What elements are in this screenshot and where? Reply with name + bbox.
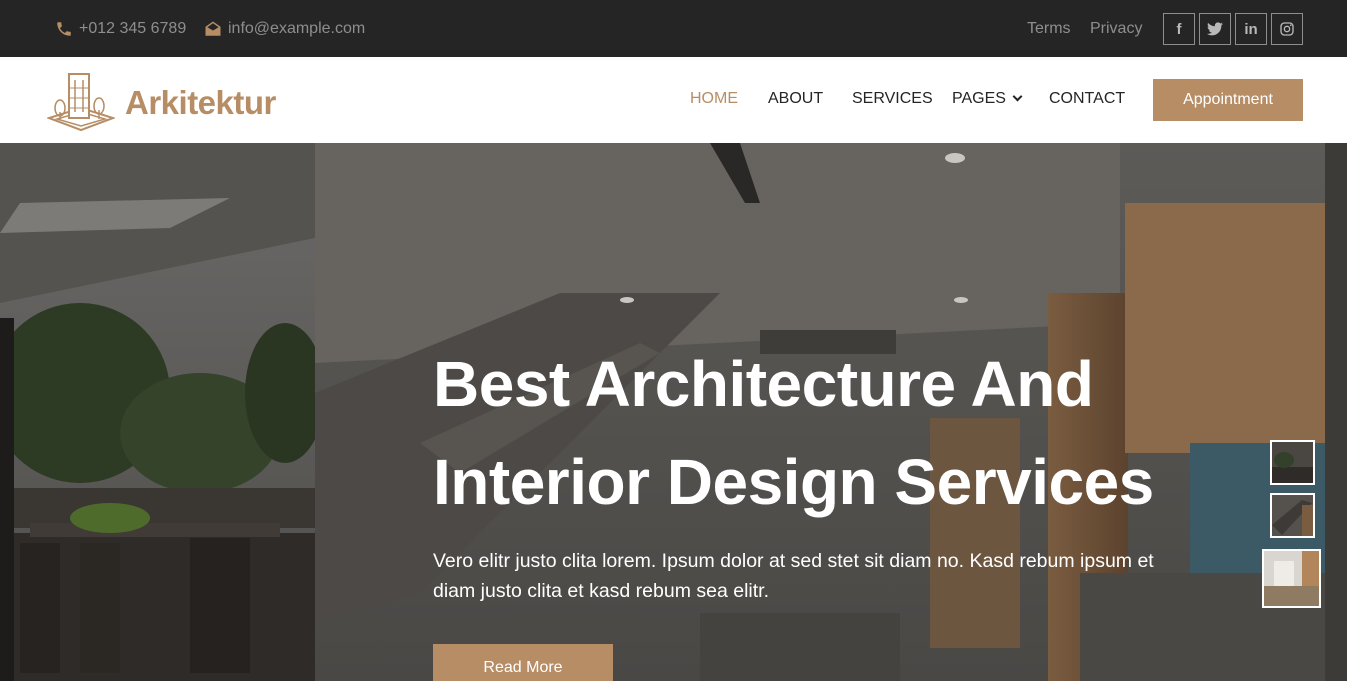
hero-carousel: Best Architecture And Interior Design Se… [0,143,1347,681]
nav-about[interactable]: ABOUT [768,57,823,143]
phone-contact: +012 345 6789 [55,0,186,57]
envelope-icon [204,20,222,38]
nav-contact[interactable]: CONTACT [1049,57,1125,143]
terms-link[interactable]: Terms [1027,0,1071,57]
hero-title-line2: Interior Design Services [433,446,1154,518]
appointment-button[interactable]: Appointment [1153,79,1303,121]
email-address: info@example.com [228,19,366,37]
hero-description: Vero elitr justo clita lorem. Ipsum dolo… [433,550,1154,602]
carousel-thumb-1[interactable] [1270,440,1315,485]
carousel-thumb-2[interactable] [1270,493,1315,538]
phone-icon [55,20,73,38]
nav-services[interactable]: SERVICES [852,57,933,143]
navbar: Arkitektur HOME ABOUT SERVICES PAGES CON… [0,57,1347,143]
chevron-down-icon [1012,91,1023,102]
hero-title-line1: Best Architecture And [433,348,1094,420]
phone-number: +012 345 6789 [79,19,187,37]
email-contact: info@example.com [204,0,365,57]
nav-pages-label: PAGES [952,90,1006,107]
brand-name: Arkitektur [125,83,276,121]
twitter-icon[interactable] [1199,13,1231,45]
read-more-button[interactable]: Read More [433,644,613,681]
facebook-icon[interactable]: f [1163,13,1195,45]
linkedin-icon[interactable]: in [1235,13,1267,45]
instagram-icon[interactable] [1271,13,1303,45]
carousel-thumb-3-active[interactable] [1262,549,1321,608]
brand-logo[interactable]: Arkitektur [45,68,276,137]
topbar: +012 345 6789 info@example.com Terms Pri… [0,0,1347,57]
nav-pages[interactable]: PAGES [952,57,1023,143]
building-icon [45,68,117,137]
privacy-link[interactable]: Privacy [1090,0,1142,57]
nav-home[interactable]: HOME [690,57,738,143]
